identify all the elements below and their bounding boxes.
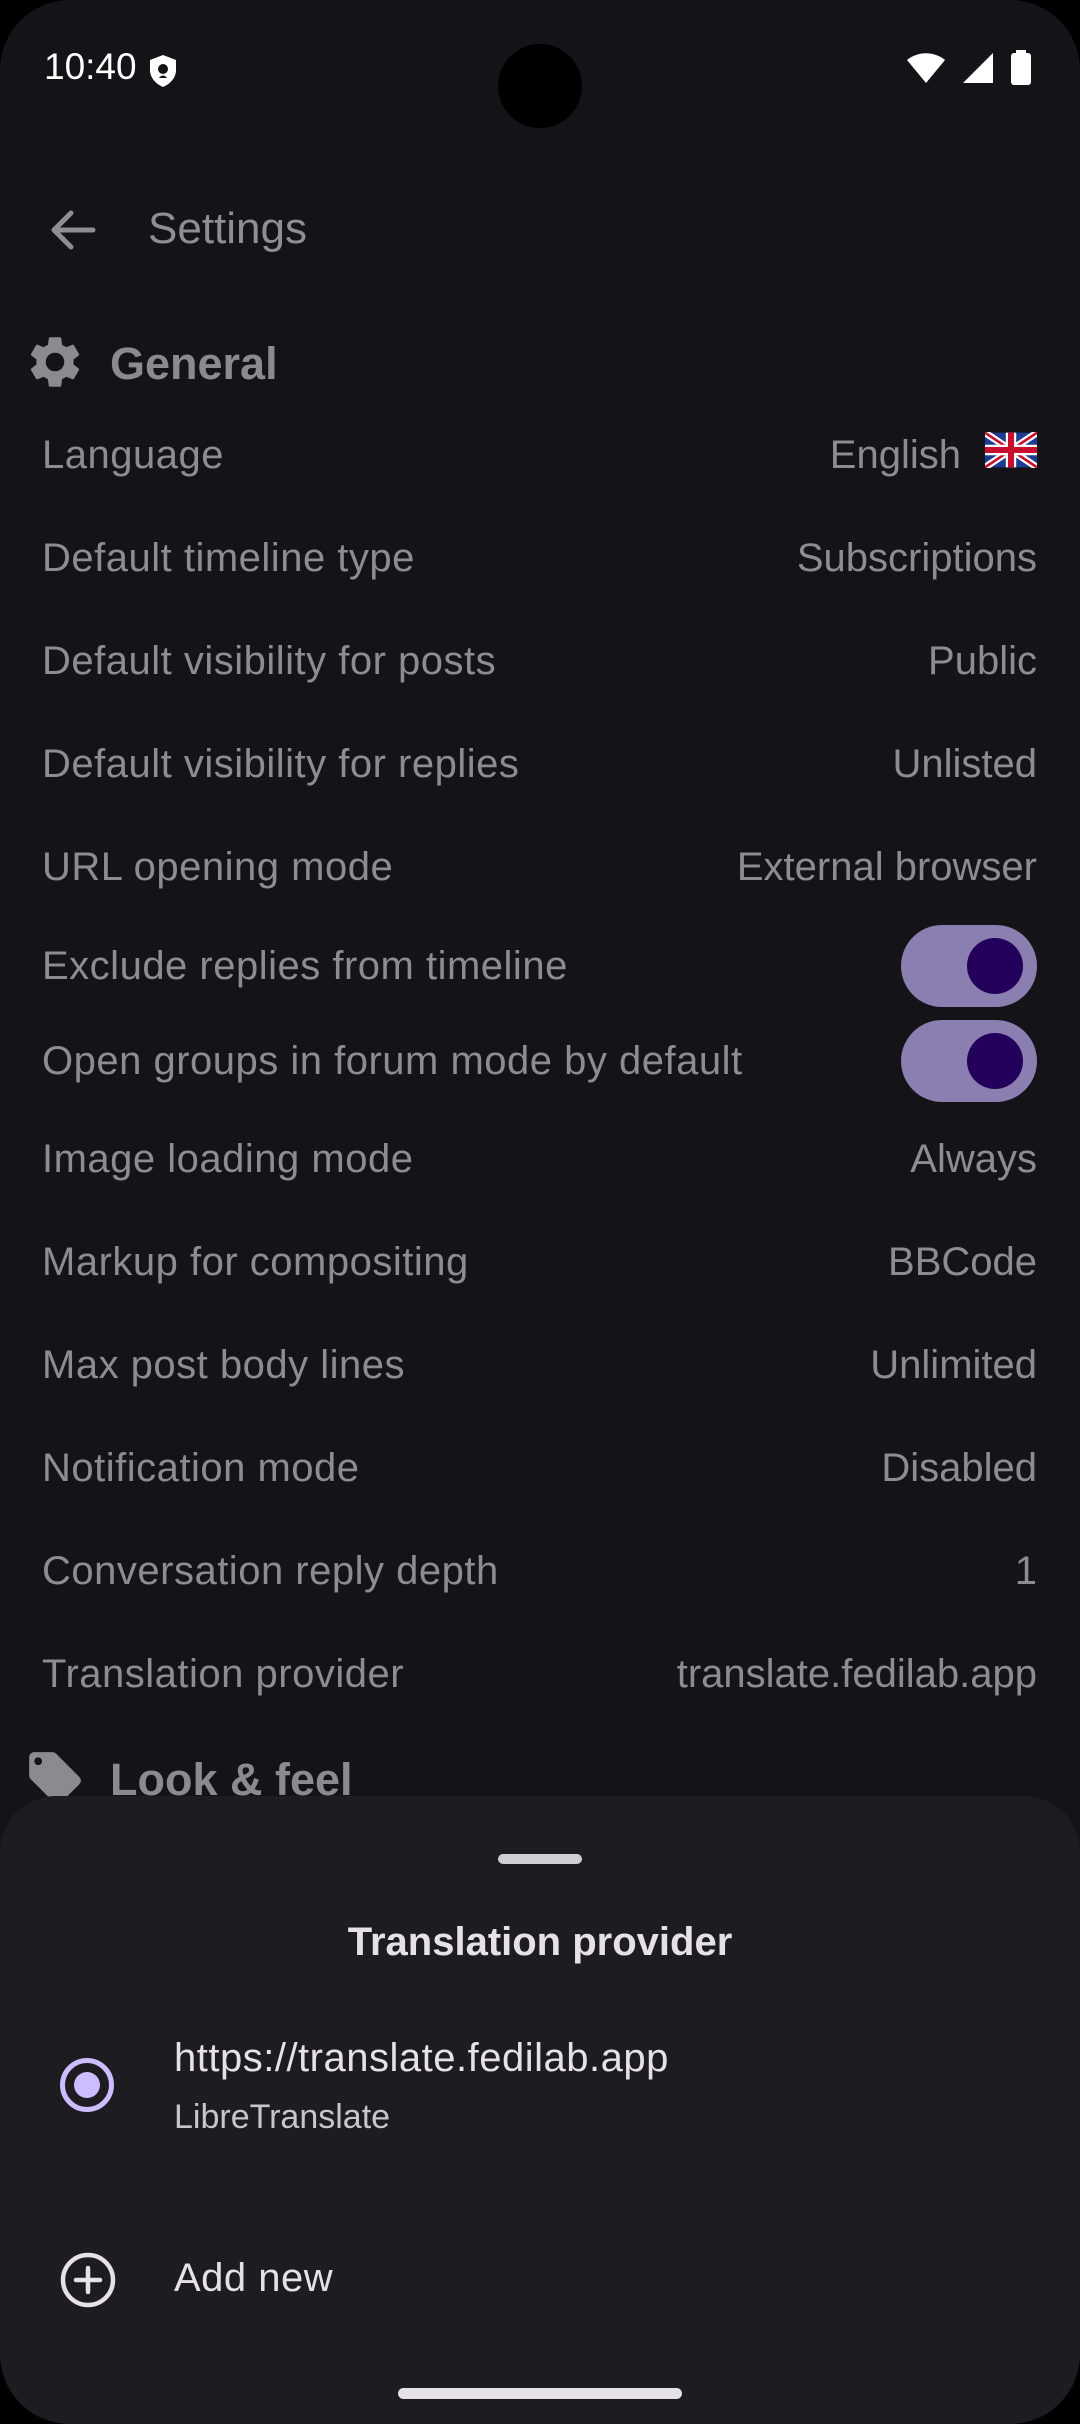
setting-value: English <box>829 432 961 477</box>
provider-url: https://translate.fedilab.app <box>174 2036 669 2080</box>
status-icons <box>906 50 1032 91</box>
add-circle-icon <box>58 2250 118 2315</box>
setting-language[interactable]: Language English <box>42 410 1039 500</box>
setting-label: Language <box>42 432 224 477</box>
setting-markup[interactable]: Markup for compositing BBCode <box>42 1217 1037 1307</box>
setting-url-opening-mode[interactable]: URL opening mode External browser <box>42 822 1037 912</box>
section-title-general: General <box>110 338 278 389</box>
setting-notification-mode[interactable]: Notification mode Disabled <box>42 1423 1037 1513</box>
gesture-nav-bar[interactable] <box>398 2388 682 2399</box>
setting-translation-provider[interactable]: Translation provider translate.fedilab.a… <box>42 1629 1037 1719</box>
setting-image-loading-mode[interactable]: Image loading mode Always <box>42 1114 1037 1204</box>
setting-value: Public <box>928 638 1037 683</box>
setting-visibility-posts[interactable]: Default visibility for posts Public <box>42 616 1037 706</box>
shield-icon <box>148 54 178 93</box>
section-header-general: General <box>24 324 278 404</box>
status-bar: 10:40 <box>0 0 1080 140</box>
setting-label: Translation provider <box>42 1651 405 1696</box>
setting-value: 1 <box>1014 1548 1037 1593</box>
setting-exclude-replies[interactable]: Exclude replies from timeline <box>42 921 1037 1011</box>
wifi-icon <box>906 52 946 89</box>
bottom-sheet: Translation provider https://translate.f… <box>0 1796 1080 2424</box>
app-bar: Settings <box>0 180 1080 280</box>
setting-value: BBCode <box>888 1239 1037 1284</box>
setting-label: Max post body lines <box>42 1342 406 1387</box>
camera-cutout <box>498 44 582 128</box>
provider-option[interactable]: https://translate.fedilab.app LibreTrans… <box>0 2024 1080 2160</box>
exclude-replies-toggle[interactable] <box>901 925 1037 1007</box>
setting-label: Default visibility for posts <box>42 638 497 683</box>
setting-label: Conversation reply depth <box>42 1548 499 1593</box>
setting-visibility-replies[interactable]: Default visibility for replies Unlisted <box>42 719 1037 809</box>
setting-value: Unlisted <box>892 741 1037 786</box>
battery-icon <box>1010 50 1032 91</box>
setting-label: URL opening mode <box>42 844 394 889</box>
setting-max-post-lines[interactable]: Max post body lines Unlimited <box>42 1320 1037 1410</box>
provider-radio[interactable] <box>60 2058 114 2112</box>
setting-value: Subscriptions <box>796 535 1037 580</box>
status-time: 10:40 <box>44 46 137 87</box>
screen: 10:40 Settings General Language English … <box>0 0 1080 2424</box>
setting-value: Always <box>910 1136 1037 1181</box>
signal-icon <box>962 52 994 89</box>
setting-value: Disabled <box>881 1445 1037 1490</box>
page-title: Settings <box>148 204 307 253</box>
setting-forum-mode[interactable]: Open groups in forum mode by default <box>42 1016 1037 1106</box>
sheet-title: Translation provider <box>347 1920 733 1964</box>
setting-label: Markup for compositing <box>42 1239 469 1284</box>
gear-icon <box>24 331 86 398</box>
setting-label: Image loading mode <box>42 1136 414 1181</box>
setting-label: Default timeline type <box>42 535 415 580</box>
setting-reply-depth[interactable]: Conversation reply depth 1 <box>42 1526 1037 1616</box>
setting-label: Default visibility for replies <box>42 741 520 786</box>
uk-flag-icon <box>983 429 1039 478</box>
setting-label: Exclude replies from timeline <box>42 943 568 988</box>
setting-value: translate.fedilab.app <box>676 1651 1037 1696</box>
setting-label: Notification mode <box>42 1445 360 1490</box>
forum-mode-toggle[interactable] <box>901 1020 1037 1102</box>
setting-value: Unlimited <box>870 1342 1037 1387</box>
drag-handle[interactable] <box>498 1854 582 1864</box>
add-new-button[interactable]: Add new <box>0 2218 1080 2338</box>
provider-type: LibreTranslate <box>174 2098 391 2136</box>
setting-label: Open groups in forum mode by default <box>42 1038 743 1083</box>
back-button[interactable] <box>30 192 116 272</box>
back-arrow-icon <box>49 209 97 256</box>
setting-default-timeline-type[interactable]: Default timeline type Subscriptions <box>42 513 1037 603</box>
setting-value: External browser <box>736 844 1037 889</box>
add-new-label: Add new <box>174 2256 334 2300</box>
